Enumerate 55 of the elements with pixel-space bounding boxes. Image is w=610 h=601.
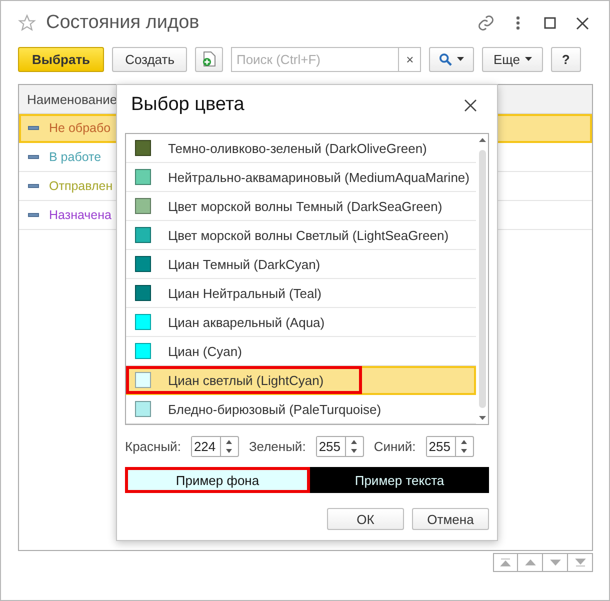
number-field[interactable]: 255 [316, 436, 364, 457]
color-name: Циан светлый (LightCyan) [168, 372, 324, 388]
item-icon [28, 126, 39, 130]
more-button[interactable]: Еще [482, 46, 543, 72]
spin-up-icon[interactable] [351, 440, 358, 444]
cancel-button[interactable]: Отмена [412, 508, 489, 530]
component-label: Синий: [374, 439, 416, 454]
component-label: Зеленый: [248, 439, 306, 454]
color-name: Цвет морской волны Светлый (LightSeaGreen) [168, 228, 449, 242]
row-name: Не обрабо [49, 121, 111, 135]
ok-button[interactable]: ОК [327, 508, 404, 530]
background-sample: Пример фона [125, 467, 310, 493]
spin-down-icon[interactable] [351, 449, 358, 454]
star-icon[interactable] [18, 14, 36, 32]
scrollbar[interactable] [478, 150, 486, 408]
arrow-icon [550, 558, 560, 567]
help-button[interactable]: ? [550, 46, 581, 72]
caret-icon [524, 57, 532, 61]
document-add-icon [202, 51, 216, 67]
item-icon [28, 213, 39, 217]
search-button[interactable] [429, 46, 474, 72]
color-name: Циан (Cyan) [168, 344, 242, 358]
color-name: Темно-оливково-зеленый (DarkOliveGreen) [168, 140, 427, 156]
number-field[interactable]: 255 [426, 436, 474, 457]
color-name: Бледно-бирюзовый (PaleTurquoise) [168, 402, 382, 416]
row-name: В работе [49, 150, 102, 164]
dialog-title: Выбор цвета [131, 94, 246, 116]
arrow-icon [500, 558, 511, 567]
search-icon [439, 52, 452, 66]
item-icon [28, 184, 39, 188]
color-name: Циан Нейтральный (Teal) [168, 286, 322, 300]
select-button[interactable]: Выбрать [18, 46, 104, 72]
color-name: Цвет морской волны Темный (DarkSeaGreen) [168, 198, 442, 214]
color-item[interactable]: Циан светлый (LightCyan) [126, 366, 476, 395]
spin-down-icon[interactable] [226, 449, 232, 454]
spin-down-icon[interactable] [461, 449, 468, 454]
spin-up-icon[interactable] [226, 440, 232, 444]
item-icon [28, 155, 39, 159]
color-name: Циан акварельный (Aqua) [168, 314, 325, 330]
search-field[interactable]: Поиск (Ctrl+F) × [231, 46, 422, 72]
arrow-icon [524, 558, 536, 567]
scroll-down-icon[interactable] [478, 416, 486, 420]
row-name: Назначена [49, 208, 112, 222]
number-field[interactable]: 224 [190, 436, 239, 457]
color-name: Циан Темный (DarkCyan) [168, 256, 320, 272]
row-name: Отправлен [49, 179, 113, 193]
create-button[interactable]: Создать [112, 46, 188, 72]
arrow-icon [574, 558, 586, 567]
text-sample: Пример текста [310, 467, 489, 493]
create-copy-button[interactable] [195, 46, 224, 72]
spin-up-icon[interactable] [461, 440, 468, 444]
color-name: Нейтрально-аквамариновый (MediumAquaMarine) [168, 170, 470, 184]
component-label: Красный: [125, 439, 181, 454]
caret-icon [457, 57, 464, 61]
window-title: Состояния лидов [46, 12, 200, 34]
